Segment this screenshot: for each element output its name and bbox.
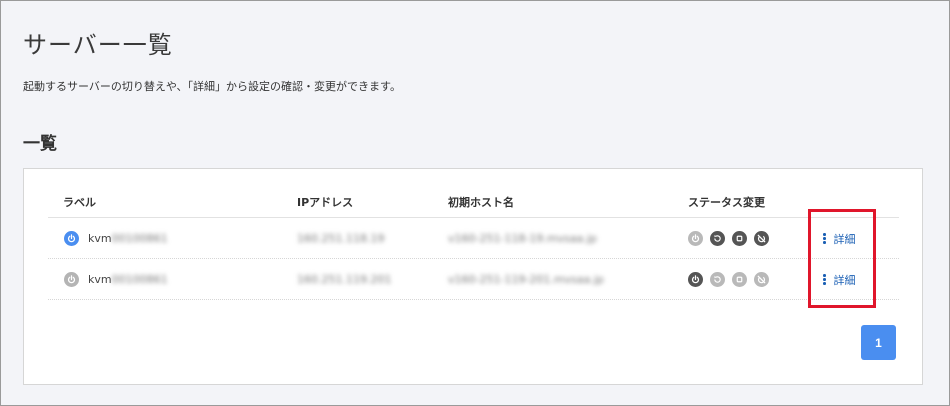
detail-label: 詳細 [833,273,856,287]
header-label: ラベル [63,196,96,209]
label-cell: kvm 00100861 [64,218,168,259]
table-row: kvm 00100861 160.251.118.19 v160-251-118-… [48,218,899,259]
table-row: kvm 00100861 160.251.119.201 v160-251-119… [48,259,899,300]
detail-button[interactable]: 詳細 [823,231,856,247]
server-label-id: 00100861 [111,232,168,245]
stop-icon [732,272,747,287]
kebab-icon [823,274,826,285]
server-list-card: ラベル IPアドレス 初期ホスト名 ステータス変更 kvm 00100861 16… [23,168,923,385]
restart-icon [710,272,725,287]
server-table: ラベル IPアドレス 初期ホスト名 ステータス変更 kvm 00100861 16… [48,189,899,300]
force-stop-icon[interactable] [754,231,769,246]
power-on-icon[interactable] [64,231,79,246]
hostname-cell: v160-251-119-201.mvsaa.jp [448,273,604,286]
force-stop-icon [754,272,769,287]
power-icon [688,231,703,246]
label-cell: kvm 00100861 [64,259,168,300]
hostname-cell: v160-251-118-19.mvsaa.jp [448,232,597,245]
server-label-id: 00100861 [111,273,168,286]
ip-cell: 160.251.119.201 [297,273,392,286]
table-header: ラベル IPアドレス 初期ホスト名 ステータス変更 [48,189,899,218]
header-hostname: 初期ホスト名 [448,196,514,209]
server-label-prefix: kvm [88,273,112,286]
kebab-icon [823,233,826,244]
detail-button[interactable]: 詳細 [823,272,856,288]
pagination-page-button[interactable]: 1 [861,325,896,360]
section-title: 一覧 [23,134,57,154]
status-cell [688,218,769,259]
page-title: サーバー一覧 [23,31,173,59]
power-off-icon[interactable] [64,272,79,287]
detail-label: 詳細 [833,232,856,246]
header-ip: IPアドレス [297,196,354,209]
stop-icon[interactable] [732,231,747,246]
server-label-prefix: kvm [88,232,112,245]
restart-icon[interactable] [710,231,725,246]
status-cell [688,259,769,300]
header-status: ステータス変更 [688,196,765,209]
ip-cell: 160.251.118.19 [297,232,385,245]
power-icon[interactable] [688,272,703,287]
detail-cell: 詳細 [823,218,856,259]
page-description: 起動するサーバーの切り替えや、「詳細」から設定の確認・変更ができます。 [23,80,401,93]
detail-cell: 詳細 [823,259,856,300]
